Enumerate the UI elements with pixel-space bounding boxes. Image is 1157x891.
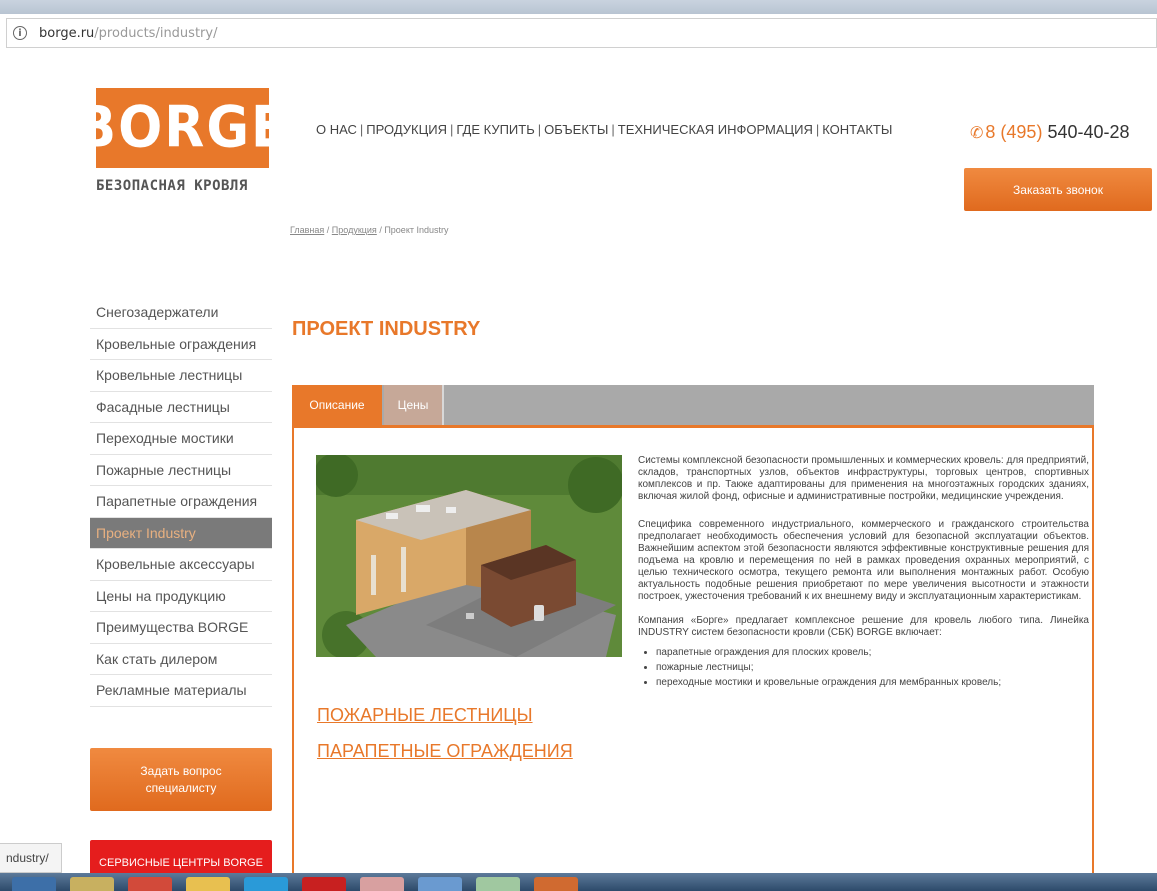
url-host: borge.ru — [39, 25, 95, 41]
nav-separator: | — [359, 122, 364, 137]
sidebar-item-snow-guards[interactable]: Снегозадержатели — [90, 297, 272, 329]
app-icon[interactable] — [302, 877, 346, 891]
tab-bar: Описание Цены — [292, 385, 1094, 428]
description-paragraph: Компания «Борге» предлагает комплексное … — [638, 615, 1089, 638]
tab-prices[interactable]: Цены — [384, 385, 444, 425]
nav-objects[interactable]: ОБЪЕКТЫ — [544, 122, 608, 137]
sidebar-item-promo-materials[interactable]: Рекламные материалы — [90, 675, 272, 707]
ask-specialist-button[interactable]: Задать вопрос специалисту — [90, 748, 272, 811]
link-parapet-railings[interactable]: ПАРАПЕТНЫЕ ОГРАЖДЕНИЯ — [317, 741, 573, 762]
file-icon[interactable] — [186, 877, 230, 891]
folder-icon[interactable] — [70, 877, 114, 891]
info-icon[interactable]: i — [13, 26, 27, 40]
breadcrumb: Главная / Продукция / Проект Industry — [290, 225, 449, 235]
phone-number: 540-40-28 — [1047, 122, 1130, 142]
sidebar-item-industry[interactable]: Проект Industry — [90, 517, 272, 549]
app-icon[interactable] — [476, 877, 520, 891]
os-taskbar — [0, 873, 1157, 891]
sidebar-item-advantages[interactable]: Преимущества BORGE — [90, 612, 272, 644]
nav-contacts[interactable]: КОНТАКТЫ — [822, 122, 892, 137]
sidebar-item-parapet-railings[interactable]: Парапетные ограждения — [90, 486, 272, 518]
sidebar-item-prices[interactable]: Цены на продукцию — [90, 581, 272, 612]
nav-separator: | — [815, 122, 820, 137]
phone: ✆ 8 (495) 540-40-28 — [970, 122, 1130, 143]
browser-tab-strip — [0, 0, 1157, 14]
link-fire-ladders[interactable]: ПОЖАРНЫЕ ЛЕСТНИЦЫ — [317, 705, 533, 726]
description-paragraph: Системы комплексной безопасности промышл… — [638, 455, 1090, 502]
page-title: ПРОЕКТ INDUSTRY — [292, 318, 481, 340]
sidebar-item-roof-ladders[interactable]: Кровельные лестницы — [90, 360, 272, 392]
nav-separator: | — [611, 122, 615, 137]
app-icon[interactable] — [360, 877, 404, 891]
building-image — [316, 455, 622, 657]
tab-description[interactable]: Описание — [292, 385, 382, 425]
sidebar-item-fire-ladders[interactable]: Пожарные лестницы — [90, 455, 272, 486]
description-paragraph: Специфика современного индустриального, … — [638, 519, 1089, 602]
feature-list: парапетные ограждения для плоских кровел… — [656, 647, 1089, 689]
app-icon[interactable] — [418, 877, 462, 891]
nav-where-to-buy[interactable]: ГДЕ КУПИТЬ — [456, 122, 534, 137]
app-icon[interactable] — [534, 877, 578, 891]
phone-code: 8 (495) — [985, 122, 1043, 142]
list-item: парапетные ограждения для плоских кровел… — [656, 647, 1089, 659]
sidebar-item-walkways[interactable]: Переходные мостики — [90, 423, 272, 455]
logo[interactable]: BORGE — [76, 88, 287, 168]
tagline: БЕЗОПАСНАЯ КРОВЛЯ — [96, 178, 248, 194]
status-bar-url: ndustry/ — [0, 843, 62, 873]
nav-separator: | — [449, 122, 454, 137]
address-bar[interactable]: i borge.ru/products/industry/ — [6, 18, 1157, 48]
breadcrumb-current: Проект Industry — [384, 225, 449, 235]
list-item: пожарные лестницы; — [656, 662, 1089, 674]
nav-products[interactable]: ПРОДУКЦИЯ — [366, 122, 447, 137]
browser-icon[interactable] — [128, 877, 172, 891]
description-text: Системы комплексной безопасности промышл… — [638, 455, 1089, 692]
breadcrumb-home[interactable]: Главная — [290, 225, 324, 235]
sidebar: Снегозадержатели Кровельные ограждения К… — [90, 297, 272, 707]
start-icon[interactable] — [12, 877, 56, 891]
nav-separator: | — [537, 122, 542, 137]
breadcrumb-products[interactable]: Продукция — [332, 225, 377, 235]
logo-text: BORGE — [76, 95, 289, 161]
list-item: переходные мостики и кровельные огражден… — [656, 677, 1089, 689]
top-navigation: О НАС | ПРОДУКЦИЯ | ГДЕ КУПИТЬ | ОБЪЕКТЫ… — [316, 122, 892, 137]
skype-icon[interactable] — [244, 877, 288, 891]
sidebar-item-accessories[interactable]: Кровельные аксессуары — [90, 549, 272, 581]
url-path: /products/industry/ — [94, 25, 218, 41]
sidebar-item-facade-ladders[interactable]: Фасадные лестницы — [90, 392, 272, 423]
nav-tech-info[interactable]: ТЕХНИЧЕСКАЯ ИНФОРМАЦИЯ — [618, 122, 813, 137]
phone-icon: ✆ — [970, 125, 984, 142]
nav-about[interactable]: О НАС — [316, 122, 357, 137]
breadcrumb-separator: / — [324, 225, 332, 235]
sidebar-item-roof-railings[interactable]: Кровельные ограждения — [90, 329, 272, 360]
order-call-button[interactable]: Заказать звонок — [964, 168, 1152, 211]
sidebar-item-become-dealer[interactable]: Как стать дилером — [90, 644, 272, 675]
